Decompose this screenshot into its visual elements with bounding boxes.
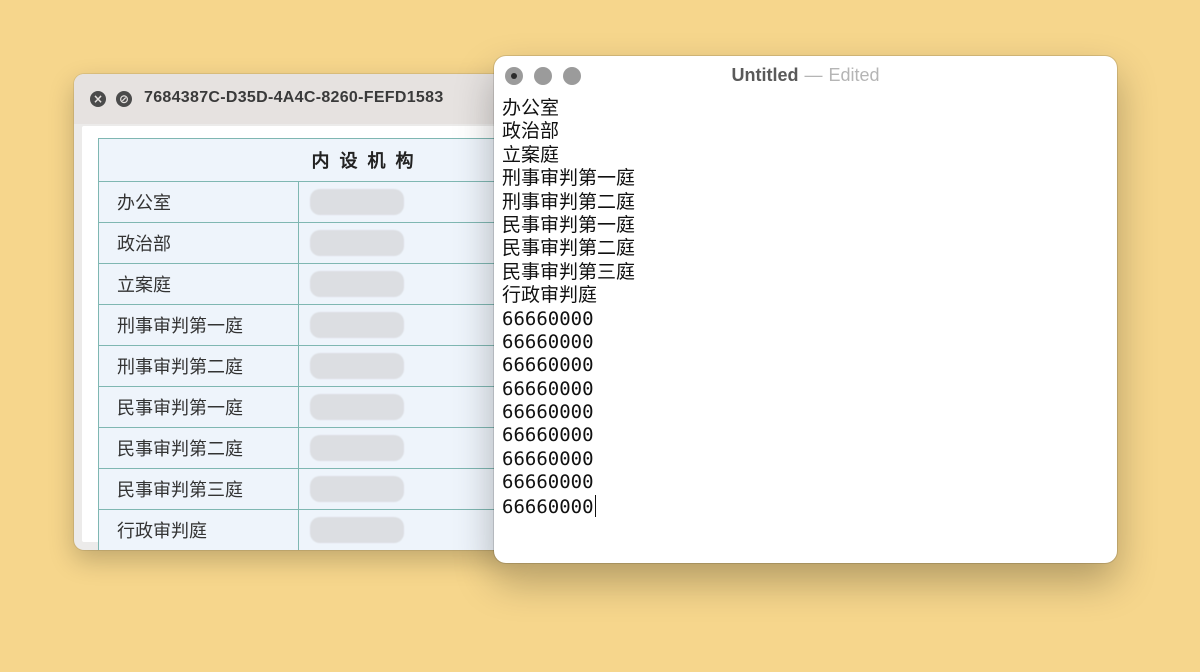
redacted-value-cell xyxy=(298,427,514,469)
text-line[interactable]: 66660000 xyxy=(502,471,1102,494)
text-line-content: 66660000 xyxy=(502,307,594,330)
text-cursor xyxy=(594,494,597,517)
block-icon[interactable]: ⊘ xyxy=(116,91,132,107)
table-row: 民事审判第三庭 xyxy=(98,468,514,510)
redacted-value-cell xyxy=(298,304,514,346)
table-row: 立案庭 xyxy=(98,263,514,305)
text-line-content: 刑事审判第二庭 xyxy=(502,190,636,213)
department-name-cell: 民事审判第二庭 xyxy=(98,427,299,469)
text-line[interactable]: 66660000 xyxy=(502,401,1102,424)
table-row: 办公室 xyxy=(98,181,514,223)
blurred-redaction xyxy=(310,271,404,297)
text-line-content: 政治部 xyxy=(502,120,560,143)
edited-status: Edited xyxy=(828,65,880,85)
text-line-content: 民事审判第三庭 xyxy=(502,260,636,283)
blurred-redaction xyxy=(310,230,404,256)
text-line-content: 66660000 xyxy=(502,495,594,518)
blurred-redaction xyxy=(310,476,404,502)
text-line-content: 办公室 xyxy=(502,97,560,119)
text-line-content: 66660000 xyxy=(502,424,594,447)
text-line-content: 66660000 xyxy=(502,330,594,353)
blurred-redaction xyxy=(310,353,404,379)
text-line[interactable]: 66660000 xyxy=(502,424,1102,447)
close-icon[interactable]: × xyxy=(90,91,106,107)
department-name-cell: 刑事审判第一庭 xyxy=(98,304,299,346)
redacted-value-cell xyxy=(298,468,514,510)
blurred-redaction xyxy=(310,189,404,215)
image-preview-window[interactable]: × ⊘ 7684387C-D35D-4A4C-8260-FEFD1583 内设机… xyxy=(74,74,514,550)
text-line-content: 66660000 xyxy=(502,447,594,470)
text-line[interactable]: 刑事审判第一庭 xyxy=(502,167,1102,190)
redacted-value-cell xyxy=(298,386,514,428)
department-name-cell: 政治部 xyxy=(98,222,299,264)
table-row: 行政审判庭 xyxy=(98,509,514,550)
text-line-content: 民事审判第一庭 xyxy=(502,213,636,236)
preview-titlebar[interactable]: × ⊘ 7684387C-D35D-4A4C-8260-FEFD1583 xyxy=(74,74,514,124)
document-name: Untitled xyxy=(731,65,799,85)
text-line[interactable]: 66660000 xyxy=(502,308,1102,331)
text-line-content: 民事审判第二庭 xyxy=(502,237,636,260)
redacted-value-cell xyxy=(298,345,514,387)
text-line[interactable]: 政治部 xyxy=(502,120,1102,143)
preview-image-area: 内设机构 办公室 政治部 立案庭 刑事审判第一庭 刑事审判第二庭 民事审判第一庭 民事审判第… xyxy=(82,126,514,550)
text-line[interactable]: 66660000 xyxy=(502,331,1102,354)
text-line[interactable]: 刑事审判第二庭 xyxy=(502,191,1102,214)
text-line-content: 立案庭 xyxy=(502,143,560,166)
redacted-value-cell xyxy=(298,263,514,305)
table-row: 民事审判第二庭 xyxy=(98,427,514,469)
blurred-redaction xyxy=(310,312,404,338)
department-name-cell: 立案庭 xyxy=(98,263,299,305)
textedit-title: Untitled — Edited xyxy=(494,65,1117,86)
text-line[interactable]: 66660000 xyxy=(502,378,1102,401)
textedit-window[interactable]: Untitled — Edited 办公室 政治部 立案庭 刑事审判第一庭 刑事审判第二庭民… xyxy=(494,56,1117,563)
blurred-redaction xyxy=(310,394,404,420)
redacted-value-cell xyxy=(298,509,514,550)
text-editor-body[interactable]: 办公室 政治部 立案庭 刑事审判第一庭 刑事审判第二庭 民事审判第一庭 民事审判第二庭 民事审… xyxy=(502,97,1102,518)
table-header: 内设机构 xyxy=(98,138,514,182)
blurred-redaction xyxy=(310,435,404,461)
text-line[interactable]: 民事审判第二庭 xyxy=(502,237,1102,260)
org-structure-table: 内设机构 办公室 政治部 立案庭 刑事审判第一庭 刑事审判第二庭 民事审判第一庭 民事审判第… xyxy=(98,138,514,550)
table-row: 刑事审判第一庭 xyxy=(98,304,514,346)
text-line[interactable]: 办公室 xyxy=(502,97,1102,120)
blurred-redaction xyxy=(310,517,404,543)
department-name-cell: 办公室 xyxy=(98,181,299,223)
table-row: 刑事审判第二庭 xyxy=(98,345,514,387)
department-name-cell: 民事审判第三庭 xyxy=(98,468,299,510)
text-line-content: 66660000 xyxy=(502,377,594,400)
department-name-cell: 民事审判第一庭 xyxy=(98,386,299,428)
department-name-cell: 行政审判庭 xyxy=(98,509,299,550)
text-line[interactable]: 66660000 xyxy=(502,354,1102,377)
text-line-content: 刑事审判第一庭 xyxy=(502,167,636,190)
text-line-content: 66660000 xyxy=(502,471,594,494)
table-row: 政治部 xyxy=(98,222,514,264)
text-line[interactable]: 民事审判第一庭 xyxy=(502,214,1102,237)
text-line-content: 行政审判庭 xyxy=(502,284,598,307)
department-name-cell: 刑事审判第二庭 xyxy=(98,345,299,387)
text-line[interactable]: 民事审判第三庭 xyxy=(502,261,1102,284)
text-line-content: 66660000 xyxy=(502,401,594,424)
title-separator: — xyxy=(804,65,823,85)
text-line[interactable]: 立案庭 xyxy=(502,144,1102,167)
text-line[interactable]: 行政审判庭 xyxy=(502,284,1102,307)
preview-window-title: 7684387C-D35D-4A4C-8260-FEFD1583 xyxy=(144,89,444,106)
text-line-content: 66660000 xyxy=(502,354,594,377)
text-line[interactable]: 66660000 xyxy=(502,494,1102,518)
redacted-value-cell xyxy=(298,222,514,264)
table-row: 民事审判第一庭 xyxy=(98,386,514,428)
text-line[interactable]: 66660000 xyxy=(502,448,1102,471)
redacted-value-cell xyxy=(298,181,514,223)
